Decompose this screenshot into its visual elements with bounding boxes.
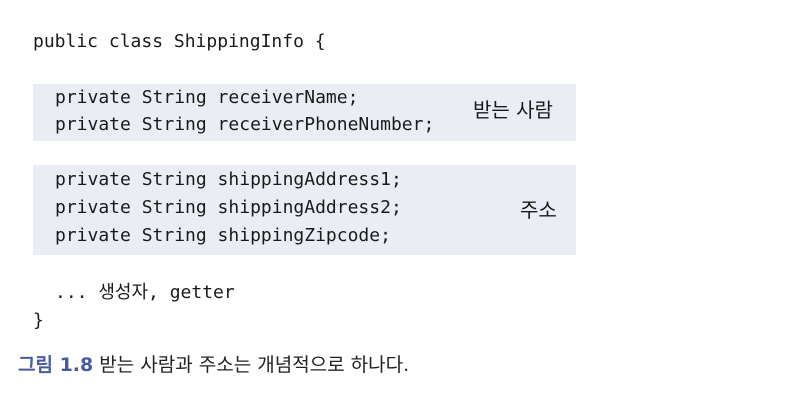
figure-number: 그림 1.8 [18, 354, 94, 376]
shipping-address1-field: private String shippingAddress1; [55, 169, 402, 190]
ellipsis-line: ... 생성자, getter [55, 282, 235, 303]
receiver-phone-field: private String receiverPhoneNumber; [55, 114, 435, 135]
closing-brace: } [33, 310, 44, 331]
shipping-zipcode-field: private String shippingZipcode; [55, 225, 391, 246]
shipping-address2-field: private String shippingAddress2; [55, 197, 402, 218]
figure-caption-text: 받는 사람과 주소는 개념적으로 하나다. [93, 354, 410, 376]
receiver-block-label: 받는 사람 [473, 98, 553, 122]
receiver-name-field: private String receiverName; [55, 87, 359, 108]
address-block-label: 주소 [520, 198, 557, 222]
class-declaration: public class ShippingInfo { [33, 31, 326, 52]
figure-caption: 그림 1.8 받는 사람과 주소는 개념적으로 하나다. [18, 353, 409, 377]
